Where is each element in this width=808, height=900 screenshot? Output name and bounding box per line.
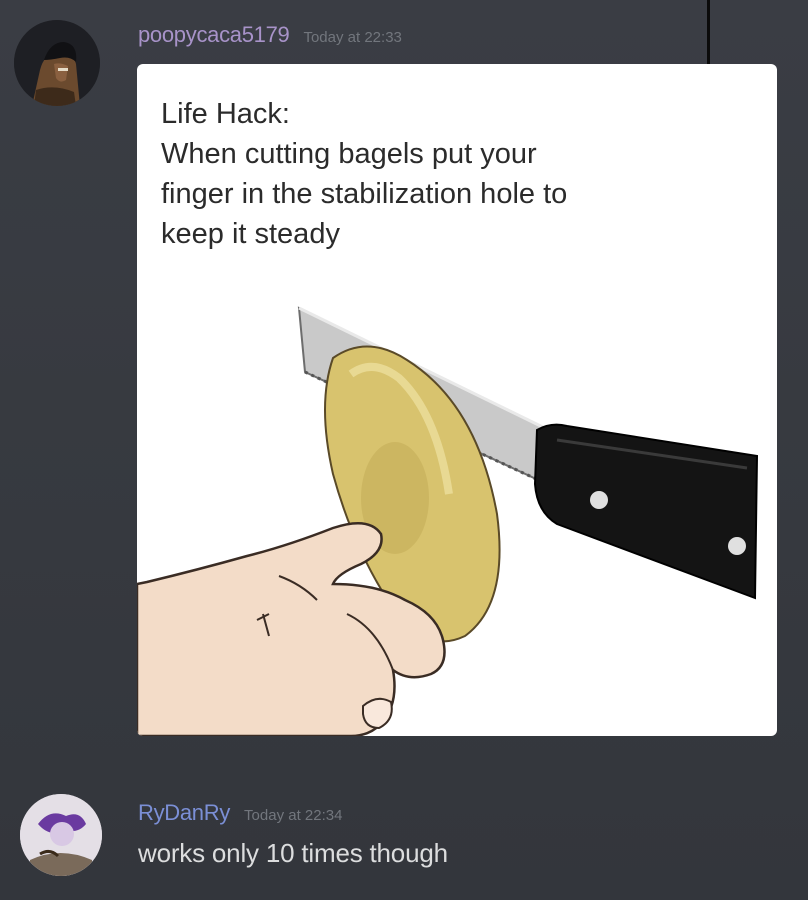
user-avatar-icon (20, 794, 102, 876)
user-avatar[interactable] (20, 794, 102, 876)
message-text: works only 10 times though (138, 838, 448, 868)
knife-handle-icon (533, 423, 759, 600)
username[interactable]: poopycaca5179 (138, 22, 290, 48)
caption-line: Life Hack: (161, 98, 290, 130)
divider-line (707, 0, 710, 70)
bagel-knife-illustration (137, 306, 759, 736)
message-header: RyDanRy Today at 22:34 (138, 800, 342, 826)
timestamp: Today at 22:33 (303, 29, 402, 46)
caption-line: keep it steady (161, 218, 340, 250)
caption-line: When cutting bagels put your (161, 138, 537, 170)
attachment-caption: Life Hack: When cutting bagels put your … (161, 94, 761, 254)
username[interactable]: RyDanRy (138, 800, 230, 826)
user-avatar-icon (14, 20, 100, 106)
caption-line: finger in the stabilization hole to (161, 178, 568, 210)
image-attachment[interactable]: Life Hack: When cutting bagels put your … (137, 64, 777, 736)
user-avatar[interactable] (14, 20, 100, 106)
chat-log: poopycaca5179 Today at 22:33 Life Hack: … (0, 0, 808, 900)
message-header: poopycaca5179 Today at 22:33 (138, 22, 402, 48)
timestamp: Today at 22:34 (244, 807, 343, 824)
